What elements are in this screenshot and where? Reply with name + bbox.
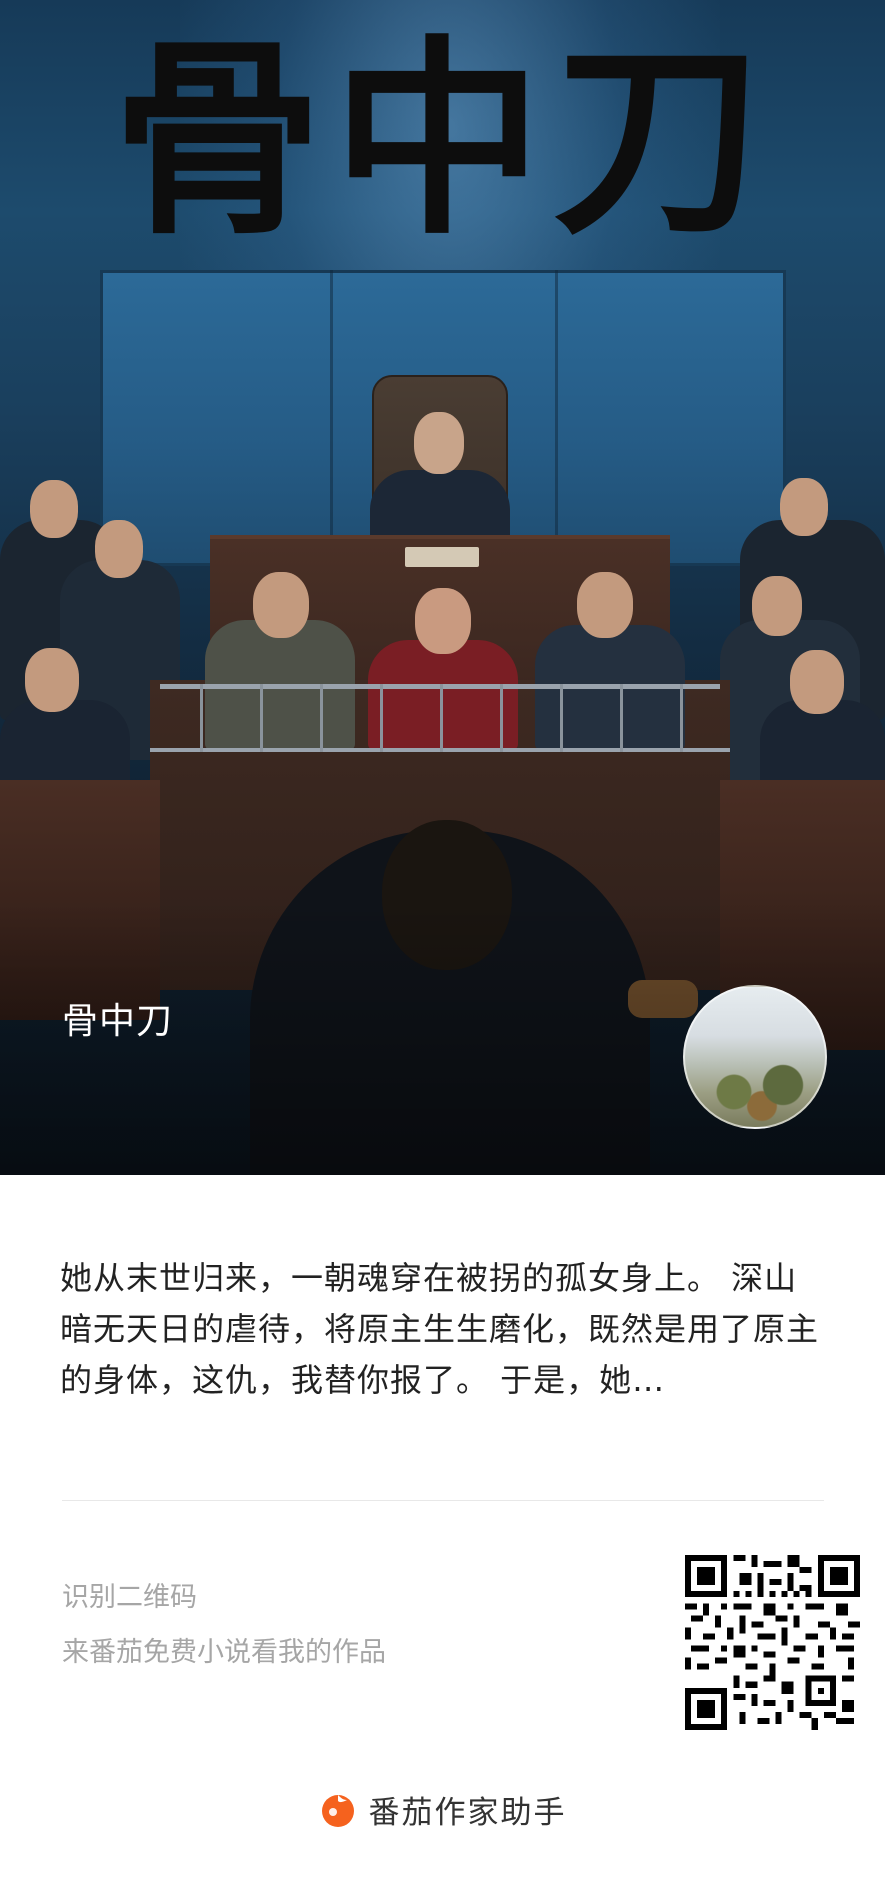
qr-code-graphic xyxy=(685,1555,860,1730)
rail-post xyxy=(200,684,203,752)
audience-head xyxy=(95,520,143,578)
tomato-logo-icon xyxy=(319,1790,357,1828)
qr-code[interactable] xyxy=(685,1555,860,1730)
qr-caption-scan: 识别二维码 xyxy=(62,1582,197,1613)
defendant-center-head xyxy=(415,588,471,654)
share-card: 骨中刀 骨中刀 她从末世归来，一朝魂穿在被拐的孤女身上。 深山暗无天日的虐待，将… xyxy=(0,0,885,1899)
defendant-left-head xyxy=(253,572,309,638)
cover-title-art: 骨中刀 xyxy=(112,16,773,263)
rail-post xyxy=(680,684,683,752)
book-name: 骨中刀 xyxy=(62,1001,174,1042)
audience-head xyxy=(30,480,78,538)
wall-panel-line xyxy=(555,270,558,560)
divider xyxy=(62,1500,824,1501)
author-avatar[interactable] xyxy=(683,985,827,1129)
nameplate xyxy=(405,547,479,567)
judge-head xyxy=(414,412,464,474)
wall-panel-line xyxy=(330,270,333,560)
rail-post xyxy=(620,684,623,752)
qr-caption-promo: 来番茄免费小说看我的作品 xyxy=(62,1637,386,1668)
audience-head xyxy=(752,576,802,636)
rail-post xyxy=(260,684,263,752)
footer-brand: 番茄作家助手 xyxy=(0,1787,885,1831)
rail-post xyxy=(320,684,323,752)
rail-post xyxy=(560,684,563,752)
cover-image[interactable]: 骨中刀 骨中刀 xyxy=(0,0,885,1175)
brand-name: 番茄作家助手 xyxy=(368,1794,567,1831)
defendant-right-head xyxy=(577,572,633,638)
audience-head xyxy=(780,478,828,536)
defendant-center xyxy=(368,640,518,750)
rail-post xyxy=(500,684,503,752)
lawyer-right-head xyxy=(790,650,844,714)
rail-post xyxy=(440,684,443,752)
rail-post xyxy=(380,684,383,752)
book-description: 她从末世归来，一朝魂穿在被拐的孤女身上。 深山暗无天日的虐待，将原主生生磨化，既… xyxy=(60,1259,820,1399)
lawyer-left-head xyxy=(25,648,79,712)
